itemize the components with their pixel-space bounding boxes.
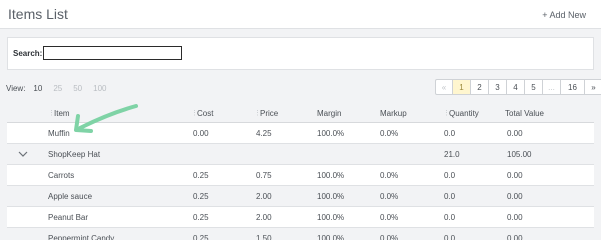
cell-item: Apple sauce: [48, 192, 93, 201]
cell-cost: 0.00: [193, 129, 209, 138]
table-row[interactable]: Carrots 0.25 0.75 100.0% 0.0% 0.0 0.00: [7, 165, 594, 186]
cell-margin: 100.0%: [317, 129, 345, 138]
cell-total-value: 0.00: [507, 129, 523, 138]
search-label: Search:: [13, 49, 43, 58]
sort-icon: ⋮: [191, 110, 198, 117]
table-row[interactable]: Peanut Bar 0.25 2.00 100.0% 0.0% 0.0 0.00: [7, 207, 594, 228]
cell-quantity: 0.0: [444, 192, 456, 201]
pagination-page-5[interactable]: 5: [525, 79, 543, 95]
cell-item: ShopKeep Hat: [48, 150, 101, 159]
cell-margin: 100.0%: [317, 171, 345, 180]
cell-price: 4.25: [256, 129, 272, 138]
cell-markup: 0.0%: [380, 192, 399, 201]
table-body: Muffin 0.00 4.25 100.0% 0.0% 0.0 0.00 ShopKeep …: [7, 123, 594, 240]
green-arrow-annotation: [74, 104, 138, 133]
cell-margin: 100.0%: [317, 234, 345, 240]
pagination-ellipsis: ...: [543, 79, 561, 95]
sort-icon: ⋮: [443, 110, 450, 117]
cell-margin: 100.0%: [317, 213, 345, 222]
search-input[interactable]: [43, 46, 182, 60]
view-option-100[interactable]: 100: [93, 84, 106, 93]
cell-markup: 0.0%: [380, 171, 399, 180]
cell-cost: 0.25: [193, 192, 209, 201]
cell-item: Peanut Bar: [48, 213, 89, 222]
cell-price: 2.00: [256, 192, 272, 201]
pagination-page-3[interactable]: 3: [489, 79, 507, 95]
page-title: Items List: [8, 6, 68, 22]
pagination-page-2[interactable]: 2: [471, 79, 489, 95]
search-panel: Search:: [7, 37, 594, 70]
cell-markup: 0.0%: [380, 213, 399, 222]
cell-price: 2.00: [256, 213, 272, 222]
view-size-selector: View: 10 25 50 100: [6, 81, 118, 95]
pagination-page-4[interactable]: 4: [507, 79, 525, 95]
pagination-next-button[interactable]: »: [585, 79, 601, 95]
add-new-link[interactable]: + Add New: [542, 10, 586, 20]
cell-price: 1.50: [256, 234, 272, 240]
cell-quantity: 0.0: [444, 234, 456, 240]
cell-item: Carrots: [48, 171, 75, 180]
page-header: Items List + Add New: [0, 0, 601, 29]
cell-cost: 0.25: [193, 213, 209, 222]
view-option-50[interactable]: 50: [73, 84, 82, 93]
cell-margin: 100.0%: [317, 192, 345, 201]
table-row[interactable]: Apple sauce 0.25 2.00 100.0% 0.0% 0.0 0.00: [7, 186, 594, 207]
cell-quantity: 0.0: [444, 171, 456, 180]
view-option-25[interactable]: 25: [53, 84, 62, 93]
column-header-markup[interactable]: Markup: [380, 109, 407, 118]
column-header-margin[interactable]: Margin: [317, 109, 341, 118]
cell-quantity: 0.0: [444, 129, 456, 138]
pagination: « 1 2 3 4 5 ... 16 »: [435, 79, 601, 95]
pagination-page-last[interactable]: 16: [561, 79, 585, 95]
pagination-prev-button[interactable]: «: [435, 79, 453, 95]
column-header-cost[interactable]: ⋮ Cost: [191, 109, 213, 118]
column-header-item[interactable]: ⋮ Item: [48, 109, 70, 118]
table-row-group[interactable]: ShopKeep Hat 21.0 105.00: [7, 144, 594, 165]
view-label: View:: [6, 83, 26, 93]
cell-markup: 0.0%: [380, 129, 399, 138]
cell-cost: 0.25: [193, 234, 209, 240]
column-header-total-value[interactable]: Total Value: [505, 109, 544, 118]
cell-quantity: 0.0: [444, 213, 456, 222]
view-option-10[interactable]: 10: [33, 84, 42, 93]
cell-total-value: 0.00: [507, 234, 523, 240]
cell-total-value: 0.00: [507, 213, 523, 222]
cell-markup: 0.0%: [380, 234, 399, 240]
cell-total-value: 0.00: [507, 171, 523, 180]
cell-item: Peppermint Candy: [48, 234, 115, 240]
sort-icon: ⋮: [254, 110, 261, 117]
chevron-down-icon[interactable]: [17, 148, 29, 160]
table-row[interactable]: Peppermint Candy 0.25 1.50 100.0% 0.0% 0.0 0.0…: [7, 228, 594, 240]
cell-cost: 0.25: [193, 171, 209, 180]
column-header-quantity[interactable]: ⋮ Quantity: [443, 109, 479, 118]
column-header-price[interactable]: ⋮ Price: [254, 109, 278, 118]
cell-price: 0.75: [256, 171, 272, 180]
pagination-page-1[interactable]: 1: [453, 79, 471, 95]
cell-item: Muffin: [48, 129, 70, 138]
cell-total-value: 0.00: [507, 192, 523, 201]
sort-icon: ⋮: [48, 110, 55, 117]
cell-quantity: 21.0: [444, 150, 460, 159]
cell-total-value: 105.00: [507, 150, 532, 159]
